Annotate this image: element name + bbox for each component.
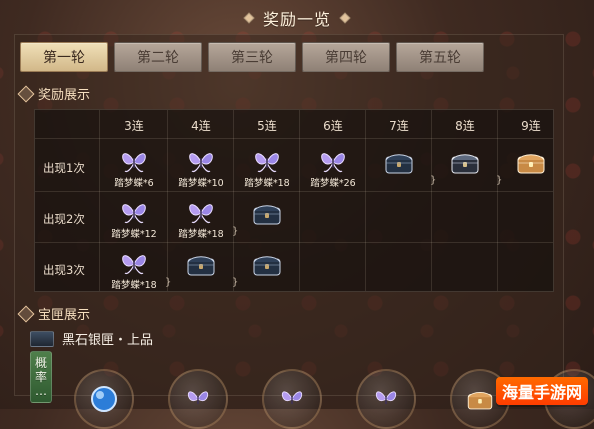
chest-section-title-text: 宝匣展示	[38, 308, 91, 323]
col-header-6: 6连	[323, 119, 343, 133]
chest-gold-icon	[467, 391, 493, 410]
chest-dark-icon	[253, 256, 281, 276]
reward-cell[interactable]: 踏梦蝶*18 }	[101, 247, 171, 303]
tab-round-2[interactable]: 第二轮	[114, 42, 202, 72]
reward-cell[interactable]	[234, 196, 300, 252]
tab-label: 第四轮	[325, 50, 367, 66]
col-header-8: 8连	[455, 119, 475, 133]
section-diamond-icon	[17, 85, 35, 102]
reward-cell[interactable]	[234, 247, 300, 303]
reward-label: 踏梦蝶*6	[114, 178, 154, 189]
tab-label: 第三轮	[231, 50, 273, 66]
butterfly-icon	[122, 204, 146, 224]
col-header-4: 4连	[191, 119, 211, 133]
section-diamond-icon	[17, 305, 35, 322]
tab-round-1[interactable]: 第一轮	[20, 42, 108, 72]
reward-cell[interactable]: }	[366, 145, 436, 201]
butterfly-icon	[281, 391, 303, 405]
probability-char: 率	[34, 370, 47, 384]
rewards-section-title: 奖励展示	[17, 84, 91, 103]
butterfly-icon	[375, 391, 397, 405]
grid-hline	[35, 138, 553, 139]
butterfly-icon	[255, 153, 279, 173]
tab-round-4[interactable]: 第四轮	[302, 42, 390, 72]
reward-grid-inner: 3连 4连 5连 6连 7连 8连 9连 出现1次 出现2次 出现3次 踏梦蝶*…	[35, 110, 553, 291]
butterfly-icon	[189, 204, 213, 224]
right-diamond-icon	[339, 12, 351, 24]
probability-char: …	[35, 384, 47, 398]
reward-label: 踏梦蝶*26	[310, 178, 356, 189]
chest-item-title: 黑石银匣・上品	[62, 333, 154, 348]
reward-label: 踏梦蝶*18	[178, 229, 224, 240]
reward-cell[interactable]: 踏梦蝶*10	[168, 145, 234, 201]
probability-tag: 概 率 …	[30, 351, 52, 403]
butterfly-icon	[122, 153, 146, 173]
reward-cell[interactable]	[498, 145, 564, 201]
chest-silver-icon	[451, 154, 479, 174]
row-header-1: 出现1次	[43, 161, 85, 175]
chest-gold-icon	[517, 154, 545, 174]
reward-cell[interactable]: }	[168, 247, 238, 303]
reward-cell[interactable]: }	[432, 145, 502, 201]
butterfly-icon	[321, 153, 345, 173]
row-header-3: 出现3次	[43, 263, 85, 277]
reward-cell[interactable]: 踏梦蝶*12	[101, 196, 167, 252]
chest-section-title: 宝匣展示	[17, 304, 91, 323]
reward-cell[interactable]: 踏梦蝶*6	[101, 145, 167, 201]
reward-label: 踏梦蝶*10	[178, 178, 224, 189]
chest-dark-icon	[187, 256, 215, 276]
chest-reward-bubble[interactable]	[356, 369, 416, 429]
reward-label: 踏梦蝶*12	[111, 229, 157, 240]
orb-icon	[91, 386, 117, 412]
butterfly-icon	[122, 255, 146, 275]
butterfly-icon	[187, 391, 209, 405]
reward-cell[interactable]: 踏梦蝶*18 }	[168, 196, 238, 252]
col-header-5: 5连	[257, 119, 277, 133]
reward-cell[interactable]: 踏梦蝶*26	[300, 145, 366, 201]
col-header-7: 7连	[389, 119, 409, 133]
reward-grid: 3连 4连 5连 6连 7连 8连 9连 出现1次 出现2次 出现3次 踏梦蝶*…	[34, 109, 554, 292]
butterfly-icon	[189, 153, 213, 173]
tab-round-3[interactable]: 第三轮	[208, 42, 296, 72]
tab-round-5[interactable]: 第五轮	[396, 42, 484, 72]
col-header-3: 3连	[124, 119, 144, 133]
page-title: 奖励一览	[262, 10, 331, 29]
chest-item-title-row: 黑石银匣・上品	[30, 329, 153, 348]
col-header-9: 9连	[521, 119, 541, 133]
round-tabs: 第一轮 第二轮 第三轮 第四轮 第五轮	[20, 42, 484, 72]
chest-dark-icon	[385, 154, 413, 174]
tab-label: 第一轮	[43, 50, 85, 66]
reward-label: 踏梦蝶*18	[244, 178, 290, 189]
chest-reward-bubble[interactable]	[262, 369, 322, 429]
reward-label: 踏梦蝶*18	[111, 280, 157, 291]
probability-char: 概	[34, 356, 47, 370]
tab-label: 第二轮	[137, 50, 179, 66]
rewards-section-title-text: 奖励展示	[38, 88, 91, 103]
chest-reward-bubble[interactable]	[168, 369, 228, 429]
chest-dark-icon	[30, 330, 54, 347]
row-header-2: 出现2次	[43, 212, 85, 226]
left-diamond-icon	[243, 12, 255, 24]
header: 奖励一览	[0, 4, 594, 32]
tab-label: 第五轮	[419, 50, 461, 66]
watermark: 海量手游网	[495, 377, 588, 405]
reward-cell[interactable]: 踏梦蝶*18	[234, 145, 300, 201]
chest-reward-bubble[interactable]	[74, 369, 134, 429]
chest-dark-icon	[253, 205, 281, 225]
